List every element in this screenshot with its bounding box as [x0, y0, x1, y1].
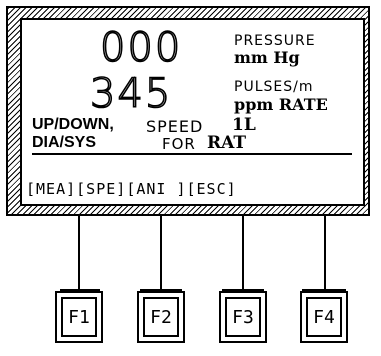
wire-f1 — [78, 216, 80, 289]
instruction-line-2-left: DIA/SYS — [32, 134, 97, 151]
f2-button[interactable]: F2 — [137, 291, 185, 343]
instruction-line-2-right: RAT — [207, 133, 247, 153]
wire-f2 — [160, 216, 162, 289]
softkey-label-f1: [MEA] — [26, 180, 77, 198]
wire-f4 — [324, 216, 326, 289]
softkey-label-bar: [MEA][SPE][ANI ][ESC] — [26, 180, 237, 198]
f1-button[interactable]: F1 — [55, 291, 103, 343]
pulses-label: PULSES/m — [234, 79, 314, 95]
f3-button[interactable]: F3 — [219, 291, 267, 343]
softkey-label-f2: [SPE] — [76, 180, 127, 198]
softkey-label-f4: [ESC] — [186, 180, 237, 198]
f3-label: F3 — [225, 297, 261, 337]
instruction-line-1-right: 1L — [232, 115, 256, 135]
f4-label: F4 — [306, 297, 342, 337]
pressure-unit: mm Hg — [234, 48, 300, 67]
divider-line — [32, 153, 352, 155]
instruction-line-1-mid: SPEED — [146, 117, 204, 136]
pressure-readout: 000 — [99, 25, 183, 71]
f2-label: F2 — [143, 297, 179, 337]
f1-label: F1 — [61, 297, 97, 337]
wire-f3 — [242, 216, 244, 289]
pressure-label: PRESSURE — [234, 33, 316, 49]
instruction-line-2-mid: FOR — [162, 135, 196, 153]
rate-readout: 345 — [89, 71, 173, 117]
instruction-line-1-left: UP/DOWN, — [32, 116, 114, 133]
f4-button[interactable]: F4 — [300, 291, 348, 343]
lcd-screen: 000 PRESSURE mm Hg 345 PULSES/m ppm RATE… — [20, 18, 365, 206]
softkey-label-f3: [ANI ] — [126, 180, 187, 198]
rate-unit: ppm RATE — [234, 95, 328, 114]
